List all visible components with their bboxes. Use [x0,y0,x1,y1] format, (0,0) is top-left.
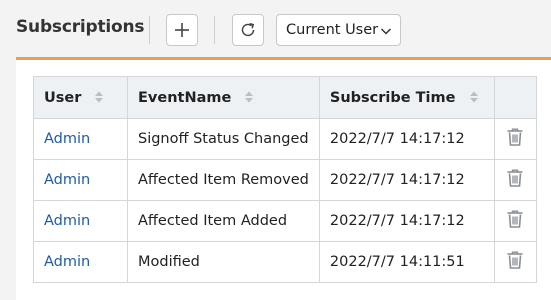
event-name-cell: Affected Item Removed [127,159,320,201]
subscribe-time-cell: 2022/7/7 14:17:12 [318,159,495,201]
delete-subscription-button[interactable] [505,209,525,233]
action-cell [493,118,537,160]
trash-icon [507,210,523,228]
table-row: Admin Affected Item Removed 2022/7/7 14:… [33,159,537,201]
add-subscription-button[interactable] [166,14,198,46]
delete-subscription-button[interactable] [505,250,525,274]
page-title: Subscriptions [16,17,145,37]
table-header-row: User EventName Subscribe Time [33,76,537,119]
chevron-down-icon [380,28,392,35]
sort-icon [245,91,254,102]
column-header-subscribe-time[interactable]: Subscribe Time [318,76,495,119]
plus-icon [175,23,189,37]
subscribe-time-cell: 2022/7/7 14:11:51 [318,241,495,283]
user-link[interactable]: Admin [33,118,128,160]
event-name-cell: Signoff Status Changed [127,118,320,160]
table-row: Admin Modified 2022/7/7 14:11:51 [33,241,537,283]
subscriptions-table: User EventName Subscribe Time Admin Sign… [33,76,537,283]
subscribe-time-cell: 2022/7/7 14:17:12 [318,200,495,242]
trash-icon [507,169,523,187]
delete-subscription-button[interactable] [505,168,525,192]
user-filter-select[interactable]: Current User [276,14,401,46]
subscriptions-panel: User EventName Subscribe Time Admin Sign… [16,60,551,300]
refresh-icon [241,22,255,37]
event-name-cell: Affected Item Added [127,200,320,242]
action-cell [493,159,537,201]
action-cell [493,200,537,242]
user-link[interactable]: Admin [33,159,128,201]
column-header-label: EventName [138,89,232,106]
subscribe-time-cell: 2022/7/7 14:17:12 [318,118,495,160]
delete-subscription-button[interactable] [505,127,525,151]
user-link[interactable]: Admin [33,241,128,283]
toolbar-divider [214,16,215,44]
column-header-eventname[interactable]: EventName [127,76,320,119]
column-header-user[interactable]: User [33,76,128,119]
sort-icon [469,91,478,102]
action-cell [493,241,537,283]
column-header-label: Subscribe Time [329,89,456,106]
toolbar-divider [149,16,150,44]
event-name-cell: Modified [127,241,320,283]
user-link[interactable]: Admin [33,200,128,242]
trash-icon [507,251,523,269]
toolbar: Subscriptions Current User [0,0,551,58]
refresh-button[interactable] [232,14,264,46]
user-filter-value: Current User [286,22,379,38]
column-header-label: User [44,89,82,106]
column-header-actions [493,76,537,119]
table-row: Admin Affected Item Added 2022/7/7 14:17… [33,200,537,242]
table-row: Admin Signoff Status Changed 2022/7/7 14… [33,118,537,160]
trash-icon [507,128,523,146]
sort-icon [95,91,104,102]
